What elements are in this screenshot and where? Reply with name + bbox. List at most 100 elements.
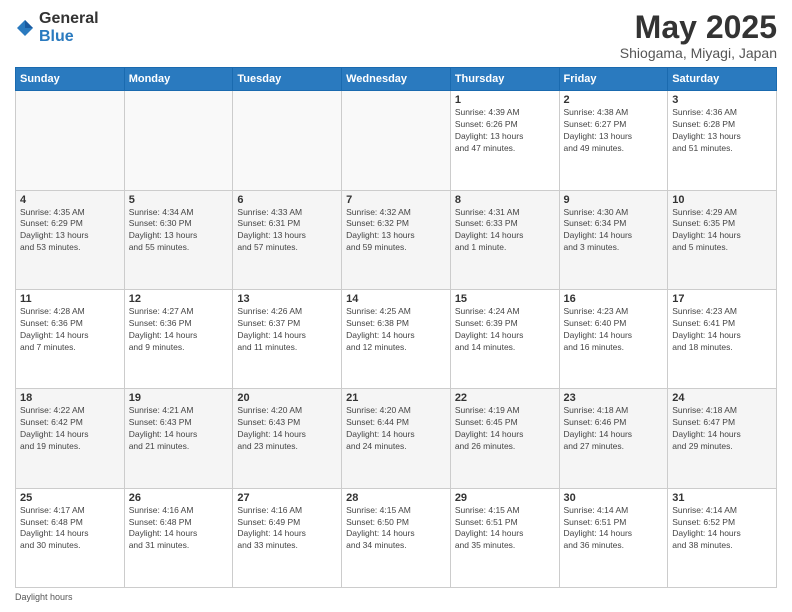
daylight-hours-label: Daylight hours xyxy=(15,592,73,602)
day-info: Sunrise: 4:29 AM Sunset: 6:35 PM Dayligh… xyxy=(672,207,772,255)
day-info: Sunrise: 4:18 AM Sunset: 6:46 PM Dayligh… xyxy=(564,405,664,453)
day-number: 8 xyxy=(455,194,555,206)
day-number: 4 xyxy=(20,194,120,206)
day-info: Sunrise: 4:38 AM Sunset: 6:27 PM Dayligh… xyxy=(564,107,664,155)
day-info: Sunrise: 4:35 AM Sunset: 6:29 PM Dayligh… xyxy=(20,207,120,255)
col-header-friday: Friday xyxy=(559,68,668,91)
calendar-cell: 12Sunrise: 4:27 AM Sunset: 6:36 PM Dayli… xyxy=(124,289,233,388)
page: General Blue May 2025 Shiogama, Miyagi, … xyxy=(0,0,792,612)
day-info: Sunrise: 4:17 AM Sunset: 6:48 PM Dayligh… xyxy=(20,505,120,553)
day-info: Sunrise: 4:28 AM Sunset: 6:36 PM Dayligh… xyxy=(20,306,120,354)
day-info: Sunrise: 4:18 AM Sunset: 6:47 PM Dayligh… xyxy=(672,405,772,453)
day-number: 18 xyxy=(20,392,120,404)
day-number: 21 xyxy=(346,392,446,404)
calendar-cell: 9Sunrise: 4:30 AM Sunset: 6:34 PM Daylig… xyxy=(559,190,668,289)
calendar-cell: 25Sunrise: 4:17 AM Sunset: 6:48 PM Dayli… xyxy=(16,488,125,587)
day-number: 11 xyxy=(20,293,120,305)
calendar-cell: 31Sunrise: 4:14 AM Sunset: 6:52 PM Dayli… xyxy=(668,488,777,587)
calendar-body: 1Sunrise: 4:39 AM Sunset: 6:26 PM Daylig… xyxy=(16,91,777,588)
calendar-cell: 17Sunrise: 4:23 AM Sunset: 6:41 PM Dayli… xyxy=(668,289,777,388)
header: General Blue May 2025 Shiogama, Miyagi, … xyxy=(15,10,777,61)
calendar-cell: 4Sunrise: 4:35 AM Sunset: 6:29 PM Daylig… xyxy=(16,190,125,289)
calendar-cell: 21Sunrise: 4:20 AM Sunset: 6:44 PM Dayli… xyxy=(342,389,451,488)
day-info: Sunrise: 4:31 AM Sunset: 6:33 PM Dayligh… xyxy=(455,207,555,255)
day-number: 19 xyxy=(129,392,229,404)
day-number: 26 xyxy=(129,492,229,504)
calendar-cell: 7Sunrise: 4:32 AM Sunset: 6:32 PM Daylig… xyxy=(342,190,451,289)
calendar-cell: 19Sunrise: 4:21 AM Sunset: 6:43 PM Dayli… xyxy=(124,389,233,488)
calendar-cell: 16Sunrise: 4:23 AM Sunset: 6:40 PM Dayli… xyxy=(559,289,668,388)
day-info: Sunrise: 4:32 AM Sunset: 6:32 PM Dayligh… xyxy=(346,207,446,255)
calendar-cell: 18Sunrise: 4:22 AM Sunset: 6:42 PM Dayli… xyxy=(16,389,125,488)
calendar-cell xyxy=(233,91,342,190)
day-info: Sunrise: 4:15 AM Sunset: 6:50 PM Dayligh… xyxy=(346,505,446,553)
day-info: Sunrise: 4:34 AM Sunset: 6:30 PM Dayligh… xyxy=(129,207,229,255)
day-number: 1 xyxy=(455,94,555,106)
title-area: May 2025 Shiogama, Miyagi, Japan xyxy=(620,10,777,61)
logo-blue: Blue xyxy=(39,28,99,46)
logo-general: General xyxy=(39,10,99,28)
day-info: Sunrise: 4:20 AM Sunset: 6:44 PM Dayligh… xyxy=(346,405,446,453)
day-info: Sunrise: 4:39 AM Sunset: 6:26 PM Dayligh… xyxy=(455,107,555,155)
day-number: 10 xyxy=(672,194,772,206)
calendar-cell: 27Sunrise: 4:16 AM Sunset: 6:49 PM Dayli… xyxy=(233,488,342,587)
day-number: 25 xyxy=(20,492,120,504)
day-number: 27 xyxy=(237,492,337,504)
day-number: 30 xyxy=(564,492,664,504)
day-info: Sunrise: 4:25 AM Sunset: 6:38 PM Dayligh… xyxy=(346,306,446,354)
day-number: 20 xyxy=(237,392,337,404)
calendar-cell: 8Sunrise: 4:31 AM Sunset: 6:33 PM Daylig… xyxy=(450,190,559,289)
calendar-cell: 11Sunrise: 4:28 AM Sunset: 6:36 PM Dayli… xyxy=(16,289,125,388)
day-number: 15 xyxy=(455,293,555,305)
day-number: 17 xyxy=(672,293,772,305)
week-row-1: 1Sunrise: 4:39 AM Sunset: 6:26 PM Daylig… xyxy=(16,91,777,190)
calendar-cell: 29Sunrise: 4:15 AM Sunset: 6:51 PM Dayli… xyxy=(450,488,559,587)
calendar-cell xyxy=(342,91,451,190)
footer: Daylight hours xyxy=(15,592,777,602)
day-number: 16 xyxy=(564,293,664,305)
day-number: 28 xyxy=(346,492,446,504)
logo-text: General Blue xyxy=(39,10,99,45)
day-number: 29 xyxy=(455,492,555,504)
day-info: Sunrise: 4:30 AM Sunset: 6:34 PM Dayligh… xyxy=(564,207,664,255)
calendar-cell: 6Sunrise: 4:33 AM Sunset: 6:31 PM Daylig… xyxy=(233,190,342,289)
day-number: 22 xyxy=(455,392,555,404)
calendar-cell: 22Sunrise: 4:19 AM Sunset: 6:45 PM Dayli… xyxy=(450,389,559,488)
calendar-cell: 28Sunrise: 4:15 AM Sunset: 6:50 PM Dayli… xyxy=(342,488,451,587)
day-number: 2 xyxy=(564,94,664,106)
day-number: 9 xyxy=(564,194,664,206)
day-number: 31 xyxy=(672,492,772,504)
calendar-header: SundayMondayTuesdayWednesdayThursdayFrid… xyxy=(16,68,777,91)
logo-icon xyxy=(15,18,35,38)
calendar-cell: 1Sunrise: 4:39 AM Sunset: 6:26 PM Daylig… xyxy=(450,91,559,190)
col-header-wednesday: Wednesday xyxy=(342,68,451,91)
day-info: Sunrise: 4:36 AM Sunset: 6:28 PM Dayligh… xyxy=(672,107,772,155)
day-info: Sunrise: 4:23 AM Sunset: 6:41 PM Dayligh… xyxy=(672,306,772,354)
day-info: Sunrise: 4:15 AM Sunset: 6:51 PM Dayligh… xyxy=(455,505,555,553)
col-header-tuesday: Tuesday xyxy=(233,68,342,91)
day-number: 3 xyxy=(672,94,772,106)
day-info: Sunrise: 4:27 AM Sunset: 6:36 PM Dayligh… xyxy=(129,306,229,354)
week-row-3: 11Sunrise: 4:28 AM Sunset: 6:36 PM Dayli… xyxy=(16,289,777,388)
calendar-cell: 30Sunrise: 4:14 AM Sunset: 6:51 PM Dayli… xyxy=(559,488,668,587)
day-info: Sunrise: 4:26 AM Sunset: 6:37 PM Dayligh… xyxy=(237,306,337,354)
day-info: Sunrise: 4:22 AM Sunset: 6:42 PM Dayligh… xyxy=(20,405,120,453)
calendar-cell: 15Sunrise: 4:24 AM Sunset: 6:39 PM Dayli… xyxy=(450,289,559,388)
day-info: Sunrise: 4:16 AM Sunset: 6:48 PM Dayligh… xyxy=(129,505,229,553)
calendar-cell: 14Sunrise: 4:25 AM Sunset: 6:38 PM Dayli… xyxy=(342,289,451,388)
day-info: Sunrise: 4:16 AM Sunset: 6:49 PM Dayligh… xyxy=(237,505,337,553)
calendar-cell: 24Sunrise: 4:18 AM Sunset: 6:47 PM Dayli… xyxy=(668,389,777,488)
calendar-cell xyxy=(16,91,125,190)
day-number: 5 xyxy=(129,194,229,206)
logo: General Blue xyxy=(15,10,99,45)
calendar-cell xyxy=(124,91,233,190)
day-number: 24 xyxy=(672,392,772,404)
calendar-cell: 3Sunrise: 4:36 AM Sunset: 6:28 PM Daylig… xyxy=(668,91,777,190)
day-number: 12 xyxy=(129,293,229,305)
day-info: Sunrise: 4:33 AM Sunset: 6:31 PM Dayligh… xyxy=(237,207,337,255)
col-header-monday: Monday xyxy=(124,68,233,91)
day-info: Sunrise: 4:20 AM Sunset: 6:43 PM Dayligh… xyxy=(237,405,337,453)
col-header-sunday: Sunday xyxy=(16,68,125,91)
week-row-2: 4Sunrise: 4:35 AM Sunset: 6:29 PM Daylig… xyxy=(16,190,777,289)
week-row-4: 18Sunrise: 4:22 AM Sunset: 6:42 PM Dayli… xyxy=(16,389,777,488)
